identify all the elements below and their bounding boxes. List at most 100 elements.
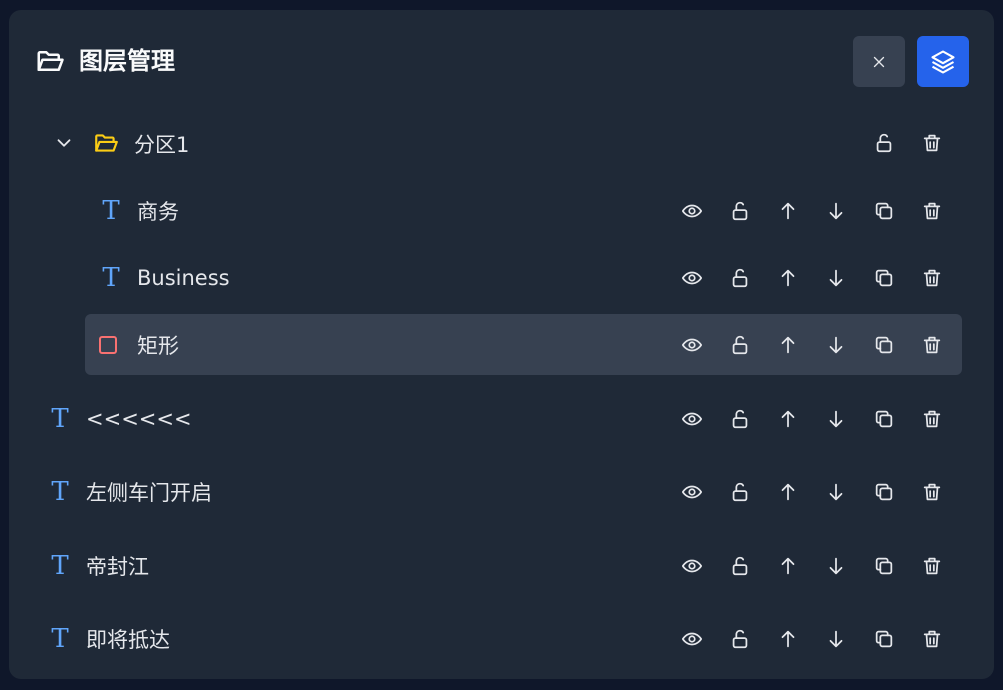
layer-label: <<<<<< (86, 407, 192, 431)
arrow-up-icon (781, 202, 795, 219)
delete-button[interactable] (919, 332, 945, 358)
copy-icon (875, 483, 893, 501)
arrow-down-icon (829, 336, 843, 353)
unlock-button[interactable] (727, 332, 753, 358)
text-icon: T (102, 262, 120, 293)
copy-icon (875, 557, 893, 575)
unlock-button[interactable] (727, 479, 753, 505)
move-up-button[interactable] (775, 265, 801, 291)
arrow-down-icon (829, 269, 843, 286)
layer-label: Business (137, 265, 230, 290)
delete-button[interactable] (919, 198, 945, 224)
visibility-button[interactable] (679, 553, 705, 579)
unlock-button[interactable] (727, 626, 753, 652)
move-up-button[interactable] (775, 406, 801, 432)
move-down-button[interactable] (823, 406, 849, 432)
delete-button[interactable] (919, 626, 945, 652)
trash-icon (923, 410, 941, 428)
move-up-button[interactable] (775, 198, 801, 224)
rectangle-icon (99, 335, 117, 354)
folder-open-icon (35, 46, 65, 76)
layer-row-text[interactable]: T 即将抵达 (37, 608, 962, 670)
unlock-icon (732, 482, 748, 502)
unlock-button[interactable] (727, 553, 753, 579)
arrow-up-icon (781, 410, 795, 428)
delete-button[interactable] (919, 130, 945, 156)
text-icon: T (51, 624, 69, 654)
move-down-button[interactable] (823, 332, 849, 358)
delete-button[interactable] (919, 406, 945, 432)
duplicate-button[interactable] (871, 406, 897, 432)
arrow-up-icon (781, 630, 795, 648)
eye-icon (681, 559, 703, 573)
arrow-down-icon (829, 557, 843, 575)
move-down-button[interactable] (823, 479, 849, 505)
arrow-down-icon (829, 410, 843, 428)
move-up-button[interactable] (775, 626, 801, 652)
trash-icon (923, 202, 941, 219)
layer-row-text[interactable]: T 帝封江 (37, 535, 962, 597)
copy-icon (875, 410, 893, 428)
eye-icon (681, 632, 703, 646)
text-icon: T (51, 551, 69, 581)
arrow-down-icon (829, 483, 843, 501)
unlock-button[interactable] (727, 265, 753, 291)
unlock-icon (732, 409, 748, 429)
duplicate-button[interactable] (871, 332, 897, 358)
visibility-button[interactable] (679, 479, 705, 505)
text-icon: T (51, 477, 69, 507)
unlock-button[interactable] (727, 198, 753, 224)
move-down-button[interactable] (823, 265, 849, 291)
duplicate-button[interactable] (871, 479, 897, 505)
duplicate-button[interactable] (871, 553, 897, 579)
arrow-up-icon (781, 557, 795, 575)
visibility-button[interactable] (679, 626, 705, 652)
close-button[interactable] (853, 36, 905, 87)
delete-button[interactable] (919, 265, 945, 291)
move-down-button[interactable] (823, 553, 849, 579)
delete-button[interactable] (919, 553, 945, 579)
delete-button[interactable] (919, 479, 945, 505)
layer-label: 矩形 (137, 333, 179, 358)
trash-icon (923, 483, 941, 501)
arrow-up-icon (781, 269, 795, 286)
close-icon (873, 56, 885, 67)
layer-row-text[interactable]: T 商务 (85, 180, 962, 241)
duplicate-button[interactable] (871, 626, 897, 652)
panel-header: 图层管理 (9, 10, 994, 114)
panel-title: 图层管理 (79, 47, 175, 75)
move-down-button[interactable] (823, 626, 849, 652)
unlock-icon (732, 556, 748, 576)
visibility-button[interactable] (679, 198, 705, 224)
layer-row-text[interactable]: T <<<<<< (37, 388, 962, 450)
text-icon: T (51, 404, 69, 434)
layer-label: 商务 (137, 199, 179, 224)
duplicate-button[interactable] (871, 198, 897, 224)
arrow-up-icon (781, 483, 795, 501)
copy-icon (875, 269, 893, 286)
visibility-button[interactable] (679, 265, 705, 291)
visibility-button[interactable] (679, 332, 705, 358)
layer-row-rect[interactable]: 矩形 (85, 314, 962, 375)
eye-icon (681, 338, 703, 351)
unlock-icon (732, 201, 748, 220)
trash-icon (923, 269, 941, 286)
layer-row-text[interactable]: T Business (85, 247, 962, 308)
move-up-button[interactable] (775, 553, 801, 579)
move-up-button[interactable] (775, 479, 801, 505)
duplicate-button[interactable] (871, 265, 897, 291)
layers-button[interactable] (917, 36, 969, 87)
visibility-button[interactable] (679, 406, 705, 432)
trash-icon (923, 557, 941, 575)
arrow-down-icon (829, 202, 843, 219)
layer-row-text[interactable]: T 左侧车门开启 (37, 461, 962, 523)
move-down-button[interactable] (823, 198, 849, 224)
layer-group-row[interactable]: 分区1 (49, 113, 949, 173)
arrow-down-icon (829, 630, 843, 648)
text-icon: T (102, 195, 120, 226)
unlock-button[interactable] (871, 130, 897, 156)
eye-icon (681, 204, 703, 217)
unlock-button[interactable] (727, 406, 753, 432)
unlock-icon (732, 629, 748, 649)
move-up-button[interactable] (775, 332, 801, 358)
